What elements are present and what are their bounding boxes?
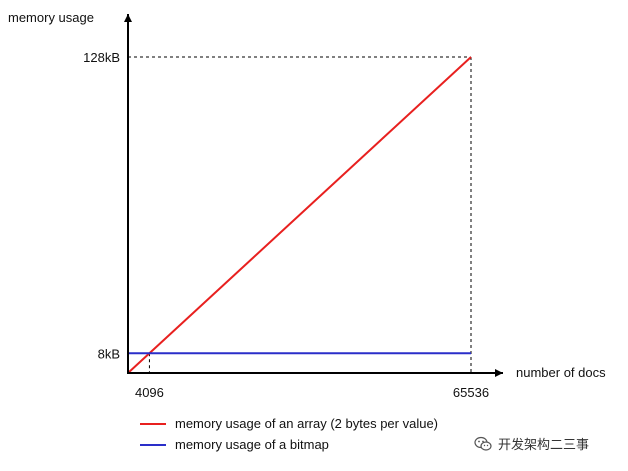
x-axis-label: number of docs [516,365,606,380]
legend-label-array: memory usage of an array (2 bytes per va… [175,416,439,431]
legend-item-array: memory usage of an array (2 bytes per va… [140,413,438,434]
watermark: 开发架构二三事 [474,434,589,453]
legend-label-bitmap: memory usage of a bitmap [175,437,329,452]
series-line-array [127,56,472,374]
y-tick-label-8kB: 8kB [98,346,120,361]
legend: memory usage of an array (2 bytes per va… [140,413,438,455]
y-tick-label-128kB: 128kB [83,50,120,65]
wechat-icon [474,436,492,451]
legend-swatch-array [140,422,166,425]
chart: 4096 65536 8kB 128kB memory usage number of… [8,10,606,400]
legend-swatch-bitmap [140,443,166,446]
x-tick-label-65536: 65536 [453,385,489,400]
watermark-text: 开发架构二三事 [498,438,590,453]
x-tick-label-4096: 4096 [135,385,164,400]
y-axis-label: memory usage [8,10,94,25]
legend-item-bitmap: memory usage of a bitmap [140,434,438,455]
